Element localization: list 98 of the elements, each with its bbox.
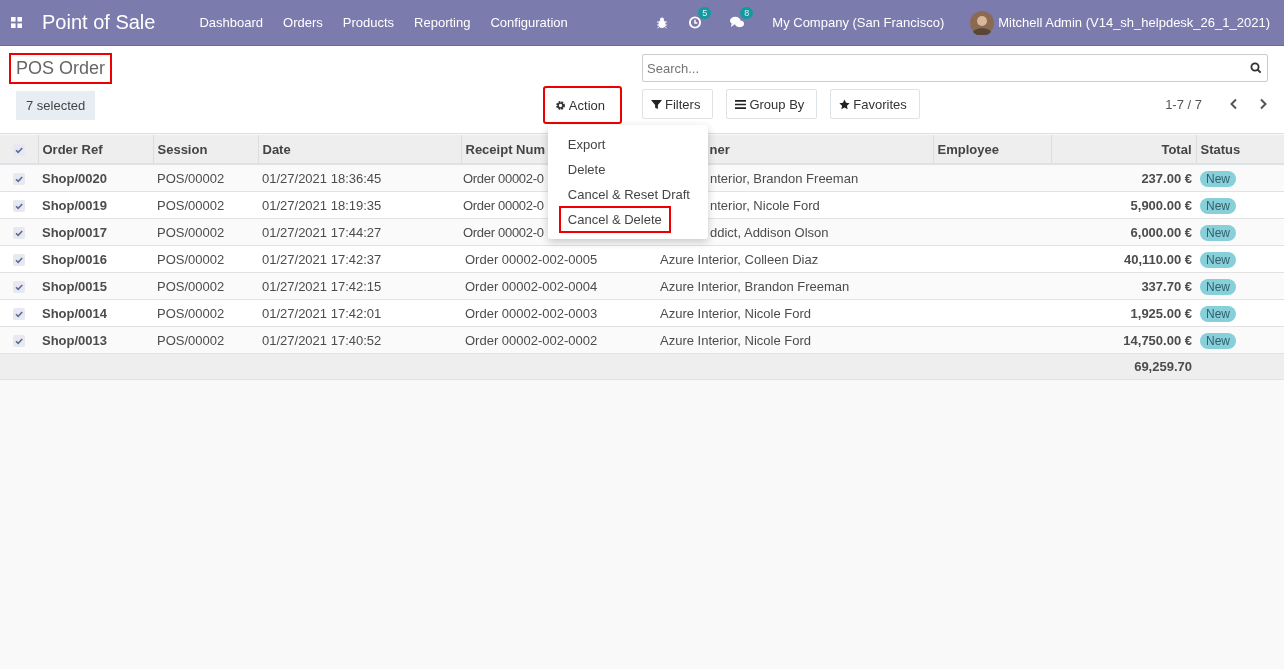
star-icon <box>839 98 851 110</box>
status-badge: New <box>1200 332 1236 349</box>
company-switcher[interactable]: My Company (San Francisco) <box>772 15 945 30</box>
column-header[interactable]: Date <box>258 135 461 164</box>
status-badge: New <box>1200 278 1236 295</box>
table-cell: 40,110.00 € <box>1124 251 1192 267</box>
row-checkbox[interactable] <box>13 200 25 213</box>
table-cell: POS/00002 <box>157 278 225 294</box>
search-field[interactable]: Search... <box>642 54 1268 82</box>
clock-icon[interactable] <box>688 16 703 29</box>
status-badge: New <box>1200 170 1236 187</box>
table-cell: POS/00002 <box>157 251 225 267</box>
table-cell: Azure Interior, Colleen Diaz <box>660 251 819 267</box>
table-cell: 14,750.00 € <box>1123 332 1192 348</box>
message-count-badge: 8 <box>740 7 754 19</box>
page-title: POS Order <box>10 54 112 83</box>
status-badge: New <box>1200 197 1236 214</box>
nav-menu-item[interactable]: Products <box>342 15 395 30</box>
table-cell: Azure Interior, Nicole Ford <box>660 332 811 348</box>
table-cell: Shop/0013 <box>42 332 108 348</box>
dropdown-item[interactable]: Cancel & Delete <box>559 207 670 232</box>
table-cell: POS/00002 <box>157 305 225 321</box>
dropdown-item[interactable]: Export <box>559 132 614 157</box>
filters-button[interactable]: Filters <box>642 89 714 119</box>
next-page-icon[interactable] <box>1258 98 1268 110</box>
row-checkbox[interactable] <box>13 173 25 186</box>
table-cell: 337.70 € <box>1141 278 1192 294</box>
app-title: Point of Sale <box>42 11 156 34</box>
table-cell: 01/27/2021 17:42:37 <box>262 251 382 267</box>
search-icon[interactable] <box>1250 62 1262 74</box>
table-cell: Shop/0015 <box>42 278 108 294</box>
table-cell: Order 00002-002-0005 <box>465 251 598 267</box>
table-cell: nterior, Nicole Ford <box>710 197 820 213</box>
activity-count-badge: 5 <box>698 7 712 19</box>
table-cell: Order 00002-002-0002 <box>465 332 598 348</box>
table-cell: 1,925.00 € <box>1130 305 1192 321</box>
table-cell: Order 00002-002-0003 <box>465 305 598 321</box>
status-badge: New <box>1200 224 1236 241</box>
column-header[interactable]: Total <box>1051 135 1196 164</box>
nav-menu-item[interactable]: Reporting <box>414 15 471 30</box>
action-button[interactable]: Action <box>543 87 621 123</box>
column-header[interactable]: Order Ref <box>38 135 153 164</box>
table-cell: POS/00002 <box>157 224 225 240</box>
list-icon <box>735 98 747 110</box>
user-menu[interactable]: Mitchell Admin (V14_sh_helpdesk_26_1_2021) <box>998 15 1270 30</box>
column-header[interactable]: Employee <box>933 135 1051 164</box>
table-cell: Order 00002-0 <box>463 224 544 240</box>
bug-icon[interactable] <box>656 16 669 29</box>
favorites-button[interactable]: Favorites <box>830 89 920 119</box>
table-cell: 237.00 € <box>1141 170 1192 186</box>
table-cell: ddict, Addison Olson <box>710 224 829 240</box>
table-cell: 01/27/2021 17:44:27 <box>262 224 382 240</box>
table-cell: 5,900.00 € <box>1130 197 1192 213</box>
table-cell: Shop/0019 <box>42 197 108 213</box>
table-cell: Shop/0017 <box>42 224 108 240</box>
table-cell: 01/27/2021 17:42:15 <box>262 278 382 294</box>
dropdown-item[interactable]: Delete <box>559 157 614 182</box>
nav-menu-item[interactable]: Orders <box>283 15 323 30</box>
pager-value: 1-7 / 7 <box>1165 96 1202 112</box>
selection-count: 7 selected <box>16 90 96 120</box>
chat-icon[interactable] <box>730 16 745 29</box>
gear-icon <box>554 99 566 111</box>
dropdown-item[interactable]: Cancel & Reset Draft <box>559 182 698 207</box>
row-checkbox[interactable] <box>13 281 25 294</box>
table-cell: 6,000.00 € <box>1130 224 1192 240</box>
row-checkbox[interactable] <box>13 335 25 348</box>
nav-menu-item[interactable]: Dashboard <box>199 15 264 30</box>
table-cell: 01/27/2021 17:42:01 <box>262 305 382 321</box>
table-cell: POS/00002 <box>157 332 225 348</box>
table-cell: Azure Interior, Nicole Ford <box>660 305 811 321</box>
group-by-button[interactable]: Group By <box>726 89 818 119</box>
table-cell: Order 00002-0 <box>463 197 544 213</box>
nav-menu-item[interactable]: Configuration <box>490 15 568 30</box>
apps-menu-icon[interactable] <box>11 17 22 28</box>
previous-page-icon[interactable] <box>1229 98 1239 110</box>
table-cell: Azure Interior, Brandon Freeman <box>660 278 850 294</box>
status-badge: New <box>1200 305 1236 322</box>
sum-total: 69,259.70 <box>1134 359 1192 374</box>
column-header[interactable]: Session <box>153 135 258 164</box>
table-cell: POS/00002 <box>157 170 225 186</box>
column-header[interactable]: Status <box>1196 135 1284 164</box>
table-cell: Shop/0016 <box>42 251 108 267</box>
row-checkbox[interactable] <box>13 254 25 267</box>
table-cell: Order 00002-002-0004 <box>465 278 598 294</box>
user-avatar-icon[interactable] <box>970 10 995 35</box>
table-cell: Shop/0014 <box>42 305 108 321</box>
row-checkbox[interactable] <box>13 227 25 240</box>
table-cell: 01/27/2021 18:19:35 <box>262 197 382 213</box>
status-badge: New <box>1200 251 1236 268</box>
table-cell: Shop/0020 <box>42 170 108 186</box>
table-cell: Order 00002-0 <box>463 170 544 186</box>
table-cell: nterior, Brandon Freeman <box>710 170 859 186</box>
table-cell: 01/27/2021 17:40:52 <box>262 332 382 348</box>
table-cell: POS/00002 <box>157 197 225 213</box>
table-cell: 01/27/2021 18:36:45 <box>262 170 382 186</box>
filter-icon <box>651 98 662 110</box>
select-all-checkbox[interactable] <box>12 144 25 157</box>
row-checkbox[interactable] <box>13 308 25 321</box>
